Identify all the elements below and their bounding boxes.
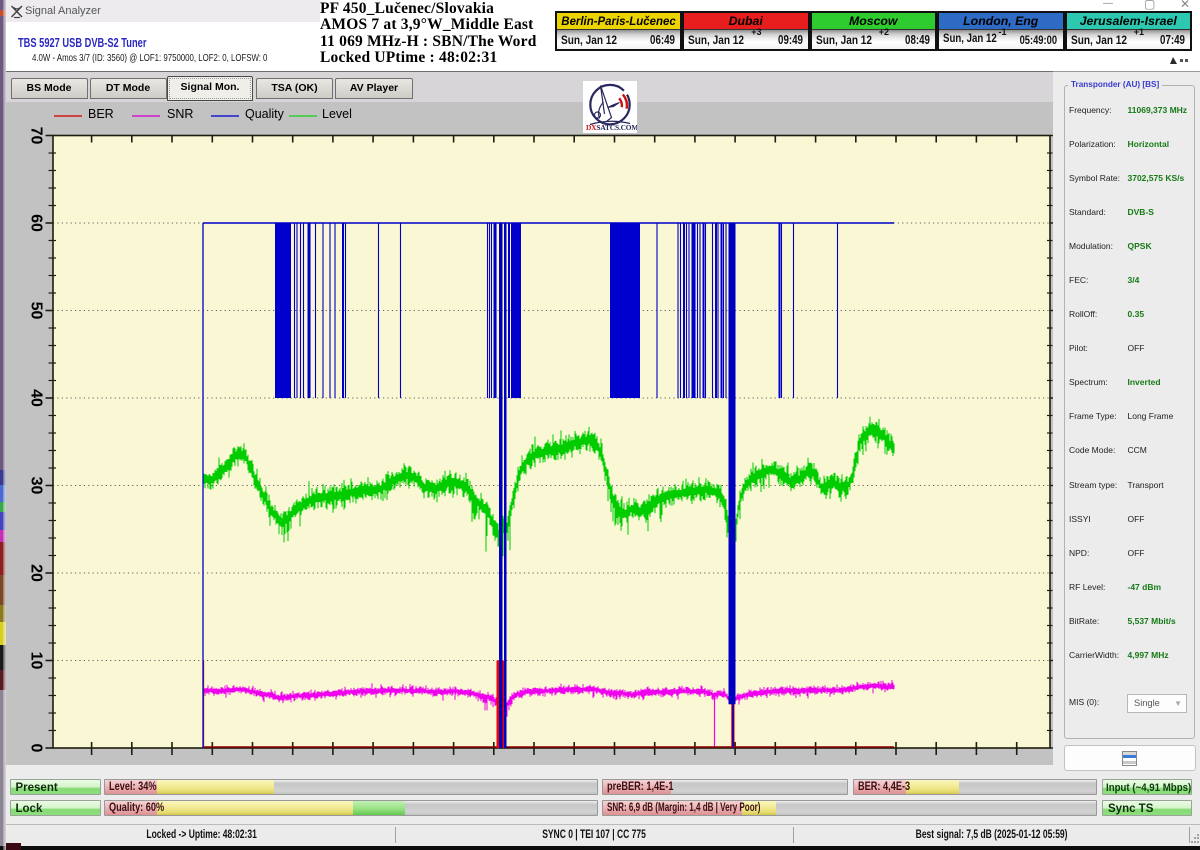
svg-text:70: 70 xyxy=(28,126,45,144)
svg-text:50: 50 xyxy=(28,301,45,319)
svg-text:40: 40 xyxy=(28,389,45,407)
svg-text:30: 30 xyxy=(28,476,45,494)
svg-text:10: 10 xyxy=(28,651,45,669)
svg-text:0: 0 xyxy=(28,743,45,752)
svg-text:DXSATCS.COM: DXSATCS.COM xyxy=(586,123,637,132)
svg-text:60: 60 xyxy=(28,214,45,232)
svg-text:20: 20 xyxy=(28,564,45,582)
